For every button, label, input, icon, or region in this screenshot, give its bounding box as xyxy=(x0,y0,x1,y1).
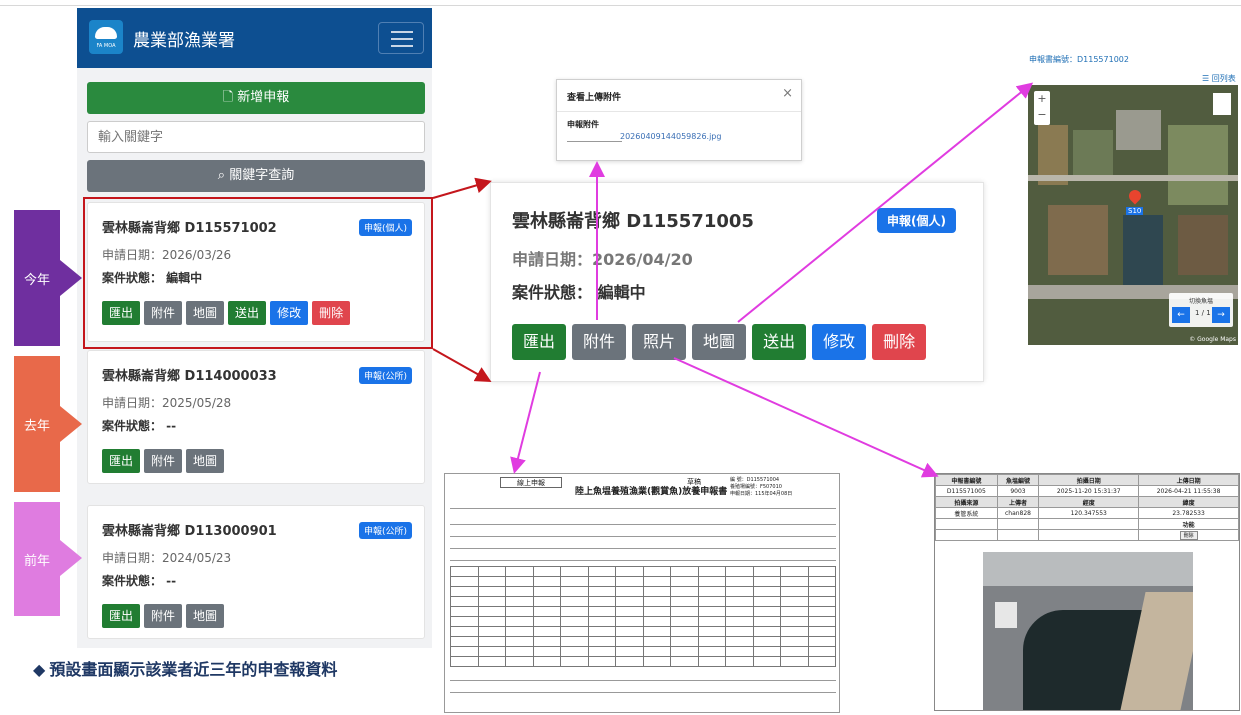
connector-arrows xyxy=(432,82,1034,478)
